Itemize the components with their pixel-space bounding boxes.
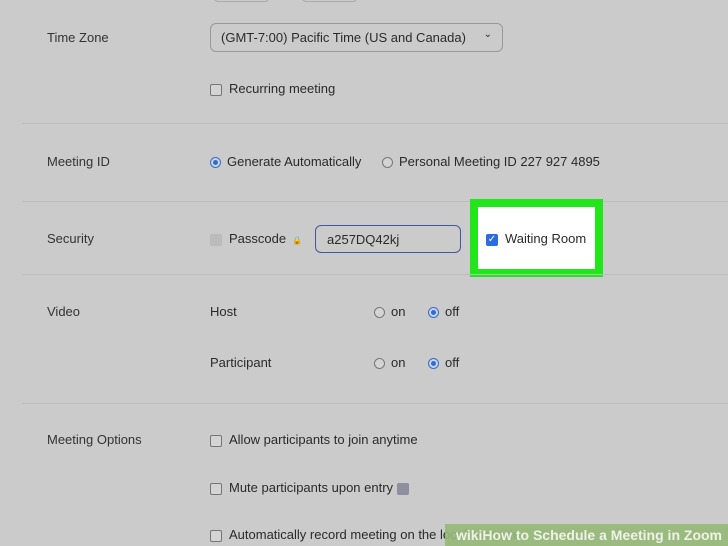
on-label: on (391, 304, 406, 319)
divider (22, 403, 728, 404)
allow-join-checkbox[interactable]: Allow participants to join anytime (210, 432, 418, 447)
lock-icon: 🔒 (292, 236, 303, 245)
radio-icon (374, 307, 385, 319)
mute-on-entry-checkbox[interactable]: Mute participants upon entry (210, 480, 410, 495)
allow-join-label: Allow participants to join anytime (229, 432, 418, 447)
checkbox-icon (210, 434, 222, 447)
time-zone-value: (GMT-7:00) Pacific Time (US and Canada) (221, 30, 466, 45)
host-on-radio[interactable]: on (374, 304, 405, 319)
radio-icon (374, 358, 385, 370)
checkbox-icon (210, 83, 222, 96)
recurring-checkbox[interactable]: Recurring meeting (210, 81, 335, 96)
radio-selected-icon (428, 358, 439, 370)
off-label: off (445, 304, 460, 319)
security-label: Security (47, 231, 94, 246)
personal-meeting-id-label: Personal Meeting ID 227 927 4895 (399, 154, 600, 169)
checkbox-disabled-icon (210, 233, 222, 246)
divider (22, 123, 728, 124)
participant-off-radio[interactable]: off (428, 355, 459, 370)
meeting-options-label: Meeting Options (47, 432, 142, 447)
generate-automatically-radio[interactable]: Generate Automatically (210, 154, 361, 169)
top-field-right (302, 0, 357, 2)
time-zone-label: Time Zone (47, 30, 109, 45)
participant-label: Participant (210, 355, 272, 370)
radio-selected-icon (210, 157, 221, 169)
recurring-label: Recurring meeting (229, 81, 336, 96)
generate-automatically-label: Generate Automatically (227, 154, 362, 169)
divider (22, 201, 728, 202)
radio-icon (382, 157, 393, 169)
off-label: off (445, 355, 460, 370)
passcode-input[interactable]: a257DQ42kj (315, 225, 461, 253)
wikihow-watermark: wikiHow to Schedule a Meeting in Zoom (445, 524, 728, 546)
info-icon[interactable] (397, 482, 410, 495)
waiting-room-label: Waiting Room (505, 231, 587, 246)
checkbox-icon (210, 529, 222, 542)
host-off-radio[interactable]: off (428, 304, 459, 319)
mute-label: Mute participants upon entry (229, 480, 394, 495)
divider (22, 274, 728, 275)
top-field-left (214, 0, 269, 2)
meeting-id-label: Meeting ID (47, 154, 110, 169)
passcode-checkbox[interactable]: Passcode 🔒 (210, 231, 302, 246)
video-label: Video (47, 304, 81, 319)
passcode-value: a257DQ42kj (327, 232, 400, 247)
radio-selected-icon (428, 307, 439, 319)
time-zone-select[interactable]: (GMT-7:00) Pacific Time (US and Canada) … (210, 23, 503, 52)
on-label: on (391, 355, 406, 370)
checkbox-checked-icon: ✓ (486, 233, 498, 246)
participant-on-radio[interactable]: on (374, 355, 405, 370)
host-label: Host (210, 304, 237, 319)
waiting-room-checkbox[interactable]: ✓ Waiting Room (486, 231, 586, 246)
passcode-label: Passcode (229, 231, 287, 246)
personal-meeting-id-radio[interactable]: Personal Meeting ID 227 927 4895 (382, 154, 600, 169)
chevron-down-icon: ⌄ (483, 29, 492, 40)
checkbox-icon (210, 482, 222, 495)
